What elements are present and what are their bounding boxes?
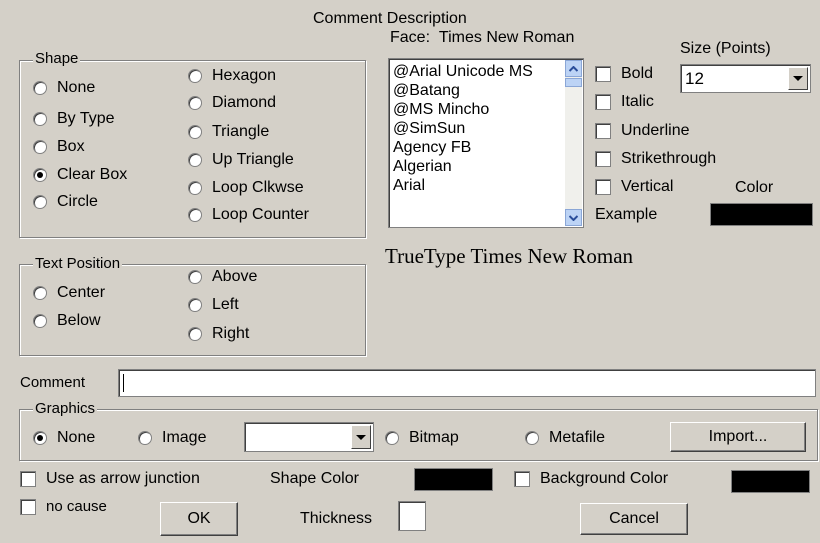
text-position-radio-below[interactable]: Below xyxy=(33,312,101,330)
radio-selected-icon xyxy=(33,168,47,182)
underline-checkbox[interactable]: Underline xyxy=(595,122,689,140)
text-position-legend: Text Position xyxy=(33,255,123,272)
image-select[interactable] xyxy=(244,422,374,452)
strikethrough-checkbox[interactable]: Strikethrough xyxy=(595,150,716,168)
no-cause-checkbox[interactable]: no cause xyxy=(20,498,107,515)
checkbox-icon xyxy=(20,498,36,515)
radio-icon xyxy=(33,195,47,209)
comment-label: Comment xyxy=(20,374,86,391)
text-position-radio-left[interactable]: Left xyxy=(188,296,239,314)
font-list-item[interactable]: Algerian xyxy=(390,157,564,176)
font-list-item[interactable]: @MS Mincho xyxy=(390,100,564,119)
cancel-button[interactable]: Cancel xyxy=(580,503,688,535)
italic-checkbox[interactable]: Italic xyxy=(595,93,654,111)
radio-icon xyxy=(33,286,47,300)
shape-color-swatch[interactable] xyxy=(414,468,493,491)
shape-radio-loop-clkwse[interactable]: Loop Clkwse xyxy=(188,179,304,197)
arrow-junction-checkbox[interactable]: Use as arrow junction xyxy=(20,470,200,488)
shape-radio-hexagon[interactable]: Hexagon xyxy=(188,67,276,85)
vertical-checkbox[interactable]: Vertical xyxy=(595,178,673,196)
font-list-item[interactable]: Arial xyxy=(390,176,564,195)
font-list-items: @Arial Unicode MS @Batang @MS Mincho @Si… xyxy=(390,62,564,195)
size-value: 12 xyxy=(685,69,704,88)
dialog-title: Comment Description xyxy=(313,10,467,27)
font-list-item[interactable]: @Batang xyxy=(390,81,564,100)
radio-icon xyxy=(188,208,202,222)
font-list[interactable]: @Arial Unicode MS @Batang @MS Mincho @Si… xyxy=(388,58,584,228)
shape-radio-diamond[interactable]: Diamond xyxy=(188,94,276,112)
font-color-swatch[interactable] xyxy=(710,203,813,226)
example-label: Example xyxy=(595,206,658,223)
face-value: Times New Roman xyxy=(438,29,575,46)
scroll-down-icon[interactable] xyxy=(565,209,582,226)
thickness-input[interactable] xyxy=(398,501,426,531)
shape-radio-up-triangle[interactable]: Up Triangle xyxy=(188,151,294,169)
scroll-thumb[interactable] xyxy=(565,78,582,87)
chevron-down-icon[interactable] xyxy=(788,67,808,90)
bold-checkbox[interactable]: Bold xyxy=(595,65,653,83)
shape-radio-none[interactable]: None xyxy=(33,79,95,97)
graphics-radio-metafile[interactable]: Metafile xyxy=(525,429,605,447)
font-list-item[interactable]: Agency FB xyxy=(390,138,564,157)
radio-icon xyxy=(188,270,202,284)
radio-icon xyxy=(525,431,539,445)
scroll-up-icon[interactable] xyxy=(565,60,582,77)
checkbox-icon xyxy=(595,94,611,110)
font-list-item[interactable]: @SimSun xyxy=(390,119,564,138)
radio-icon xyxy=(188,96,202,110)
radio-icon xyxy=(188,181,202,195)
graphics-radio-bitmap[interactable]: Bitmap xyxy=(385,429,459,447)
radio-selected-icon xyxy=(33,431,47,445)
checkbox-icon xyxy=(595,66,611,82)
radio-icon xyxy=(385,431,399,445)
checkbox-icon xyxy=(595,123,611,139)
text-position-radio-right[interactable]: Right xyxy=(188,325,249,343)
checkbox-icon xyxy=(20,471,36,487)
checkbox-icon xyxy=(595,151,611,167)
font-list-scrollbar[interactable] xyxy=(565,60,582,226)
radio-icon xyxy=(138,431,152,445)
comment-input[interactable] xyxy=(118,369,816,397)
radio-icon xyxy=(33,314,47,328)
background-color-swatch[interactable] xyxy=(731,470,810,493)
font-preview: TrueType Times New Roman xyxy=(385,244,634,268)
radio-icon xyxy=(33,112,47,126)
font-list-item[interactable]: @Arial Unicode MS xyxy=(390,62,564,81)
radio-icon xyxy=(33,140,47,154)
color-label: Color xyxy=(735,179,774,196)
shape-radio-triangle[interactable]: Triangle xyxy=(188,123,269,141)
shape-radio-circle[interactable]: Circle xyxy=(33,193,98,211)
face-label: Face: Times New Roman xyxy=(390,29,575,46)
text-position-radio-center[interactable]: Center xyxy=(33,284,105,302)
shape-legend: Shape xyxy=(33,50,81,67)
radio-icon xyxy=(188,327,202,341)
chevron-down-icon[interactable] xyxy=(351,425,371,449)
shape-radio-by-type[interactable]: By Type xyxy=(33,110,115,128)
radio-icon xyxy=(188,153,202,167)
radio-icon xyxy=(188,125,202,139)
graphics-radio-none[interactable]: None xyxy=(33,429,95,447)
shape-radio-box[interactable]: Box xyxy=(33,138,85,156)
radio-icon xyxy=(188,298,202,312)
graphics-radio-image[interactable]: Image xyxy=(138,429,206,447)
checkbox-icon xyxy=(514,471,530,487)
size-label: Size (Points) xyxy=(680,40,771,57)
shape-radio-loop-counter[interactable]: Loop Counter xyxy=(188,206,309,224)
text-position-radio-above[interactable]: Above xyxy=(188,268,257,286)
checkbox-icon xyxy=(595,179,611,195)
radio-icon xyxy=(33,81,47,95)
text-cursor xyxy=(123,374,124,392)
shape-color-label: Shape Color xyxy=(270,470,359,487)
graphics-legend: Graphics xyxy=(33,400,98,417)
thickness-label: Thickness xyxy=(300,510,373,527)
ok-button[interactable]: OK xyxy=(160,502,238,536)
radio-icon xyxy=(188,69,202,83)
size-select[interactable]: 12 xyxy=(680,64,811,93)
shape-radio-clear-box[interactable]: Clear Box xyxy=(33,166,127,184)
import-button[interactable]: Import... xyxy=(670,422,806,452)
background-color-checkbox[interactable]: Background Color xyxy=(514,470,668,488)
